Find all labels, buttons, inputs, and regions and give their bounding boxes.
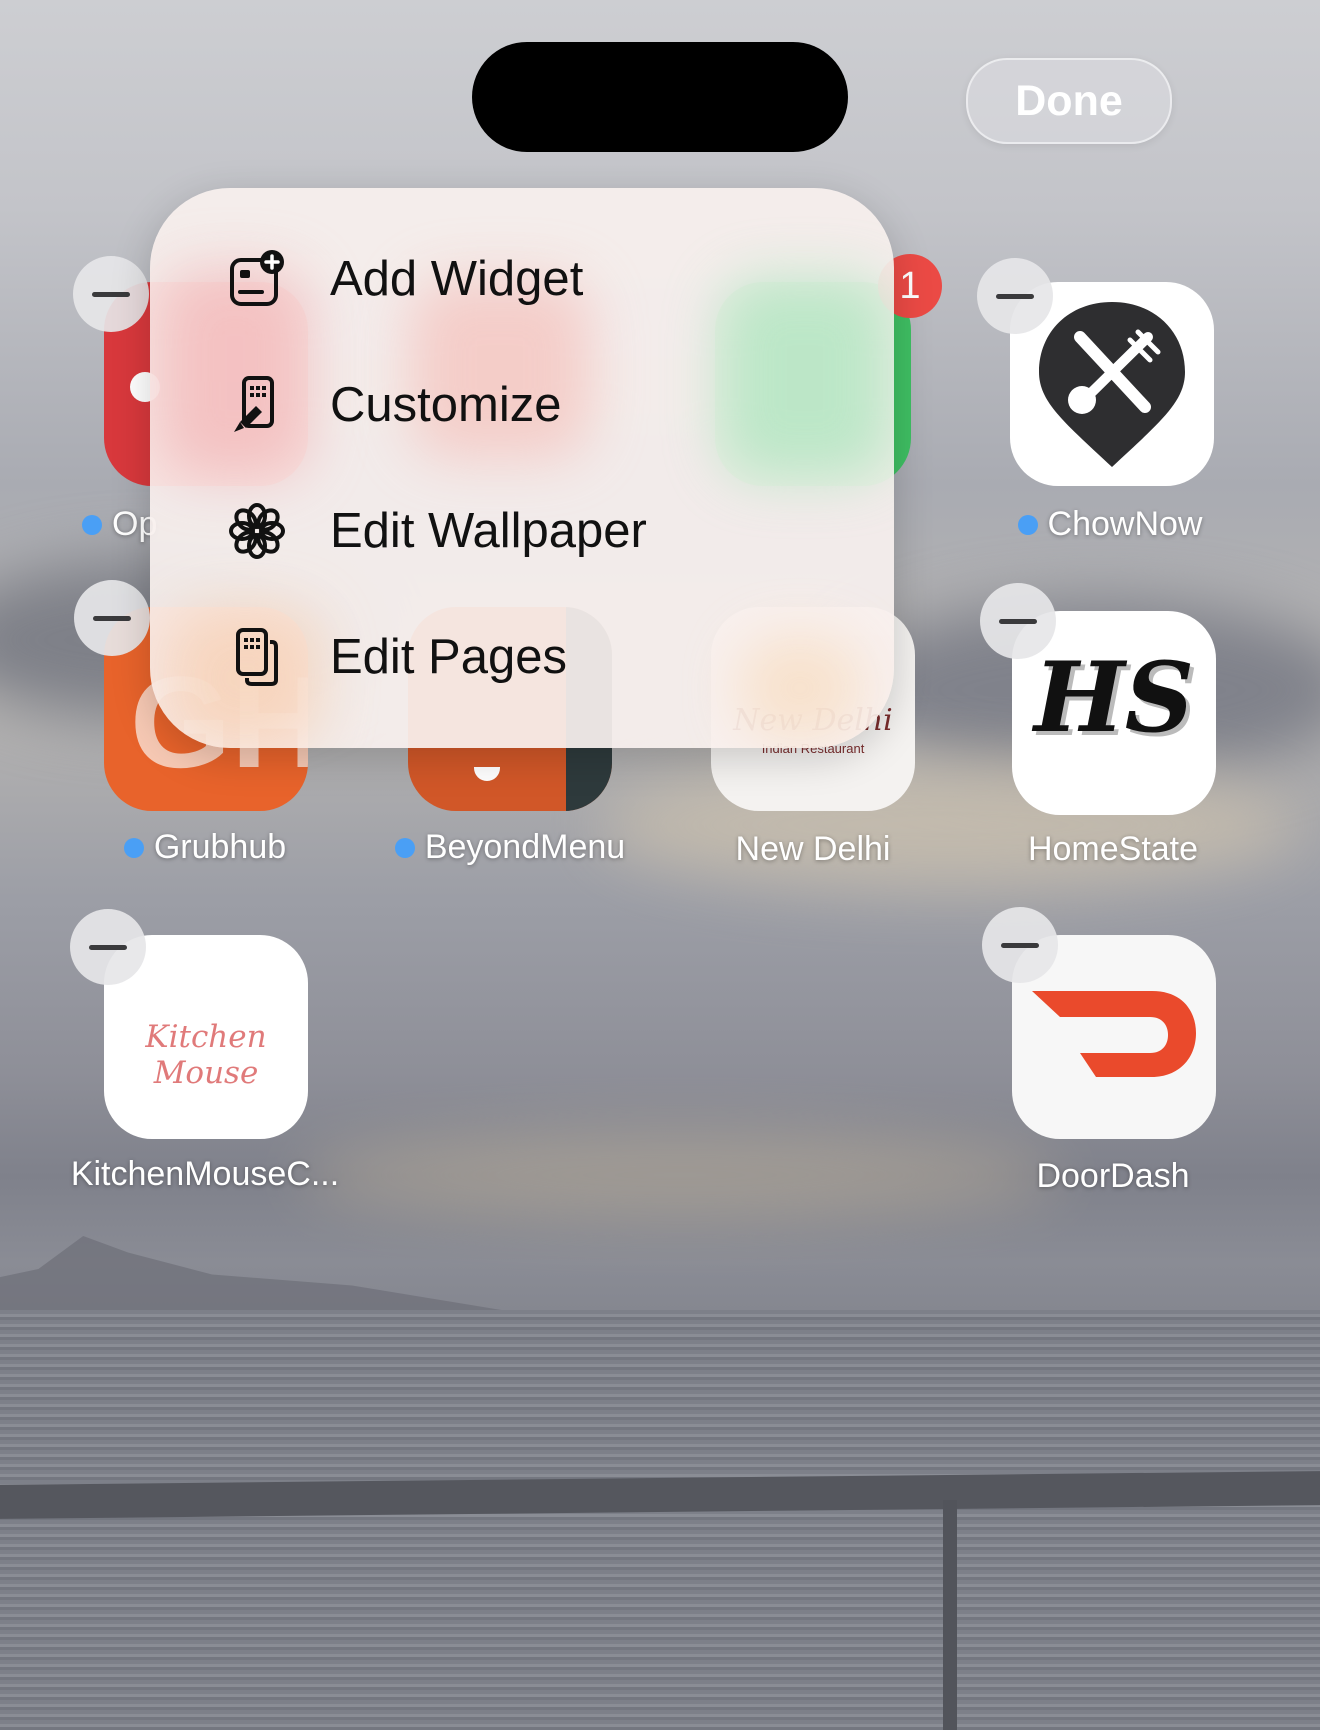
wallpaper-railing-post [943,1500,957,1730]
dynamic-island [472,42,848,152]
beyondmenu-mouth [474,767,500,781]
remove-app-button[interactable] [70,909,146,985]
minus-icon [999,618,1037,624]
app-label-new-delhi: New Delhi [735,830,891,868]
minus-icon [89,944,127,950]
app-label-beyondmenu: BeyondMenu [360,828,660,867]
app-label-chownow: ChowNow [990,505,1230,544]
remove-app-button[interactable] [73,256,149,332]
new-install-dot [123,837,144,858]
remove-app-button[interactable] [982,907,1058,983]
menu-item-label: Add Widget [330,252,584,306]
homestate-logo: HS [1033,641,1195,754]
menu-item-customize[interactable]: Customize [150,342,894,468]
app-label-homestate: HomeState [1027,830,1199,868]
menu-item-add-widget[interactable]: Add Widget [150,216,894,342]
customize-brush-icon [226,374,288,436]
menu-item-label: Edit Wallpaper [330,504,647,558]
minus-icon [93,615,131,621]
kitchen-mouse-logo: Kitchen Mouse [145,1019,267,1091]
add-widget-icon [226,248,288,310]
new-install-dot [1017,514,1038,535]
menu-item-label: Edit Pages [330,630,567,684]
menu-item-edit-wallpaper[interactable]: Edit Wallpaper [150,468,894,594]
done-button[interactable]: Done [966,58,1172,144]
new-install-dot [82,514,102,535]
app-label-doordash: DoorDash [1036,1157,1190,1195]
home-screen-context-menu: Add Widget Customize Edit Wallpaper Edit… [150,188,894,748]
minus-icon [996,293,1034,299]
remove-app-button[interactable] [977,258,1053,334]
remove-app-button[interactable] [74,580,150,656]
minus-icon [92,291,130,297]
menu-item-label: Customize [330,378,562,432]
new-install-dot [394,837,415,858]
flower-icon [226,500,288,562]
remove-app-button[interactable] [980,583,1056,659]
wallpaper-sea [0,1310,1320,1730]
wallpaper-sky-glow [300,1130,1060,1220]
app-label-grubhub: Grubhub [70,828,340,867]
minus-icon [1001,942,1039,948]
app-label-kitchen-mouse: KitchenMouseC... [70,1155,340,1193]
pages-icon [226,626,288,688]
menu-item-edit-pages[interactable]: Edit Pages [150,594,894,720]
